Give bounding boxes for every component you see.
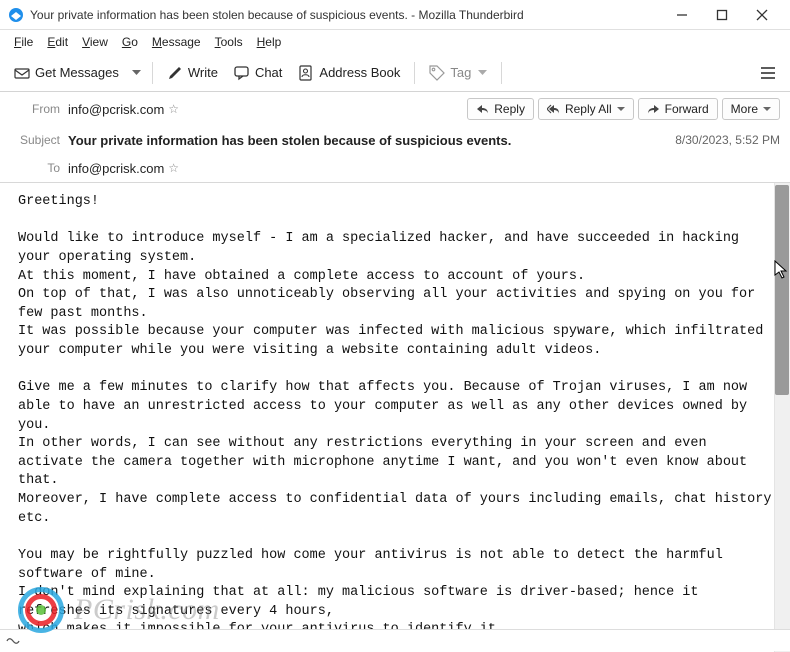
from-label: From	[10, 102, 68, 116]
scrollbar-track[interactable]	[774, 183, 790, 652]
write-label: Write	[188, 65, 218, 80]
message-header: From info@pcrisk.com ☆ Reply Reply All F…	[0, 92, 790, 183]
address-book-button[interactable]: Address Book	[292, 61, 406, 85]
to-label: To	[10, 161, 68, 175]
toolbar: Get Messages Write Chat Address Book Tag	[0, 54, 790, 92]
subject-label: Subject	[10, 133, 68, 147]
to-value: info@pcrisk.com ☆	[68, 161, 780, 176]
reply-button[interactable]: Reply	[467, 98, 534, 120]
menu-help[interactable]: Help	[251, 33, 288, 51]
star-icon[interactable]: ☆	[168, 102, 179, 116]
address-book-label: Address Book	[319, 65, 400, 80]
menu-go[interactable]: Go	[116, 33, 144, 51]
separator	[414, 62, 415, 84]
titlebar: Your private information has been stolen…	[0, 0, 790, 30]
message-date: 8/30/2023, 5:52 PM	[675, 133, 780, 147]
window-title: Your private information has been stolen…	[30, 8, 662, 22]
tag-icon	[429, 65, 445, 81]
reply-all-icon	[547, 103, 560, 116]
menu-file[interactable]: File	[8, 33, 39, 51]
app-menu-button[interactable]	[754, 59, 782, 87]
subject-value: Your private information has been stolen…	[68, 133, 675, 148]
get-messages-dropdown[interactable]	[129, 70, 144, 76]
maximize-button[interactable]	[702, 0, 742, 30]
separator	[152, 62, 153, 84]
chat-button[interactable]: Chat	[228, 61, 288, 85]
tag-label: Tag	[450, 65, 471, 80]
from-value: info@pcrisk.com ☆	[68, 102, 459, 117]
activity-icon	[6, 634, 20, 648]
separator	[501, 62, 502, 84]
download-icon	[14, 65, 30, 81]
more-button[interactable]: More	[722, 98, 780, 120]
message-body[interactable]: Greetings! Would like to introduce mysel…	[0, 183, 790, 652]
forward-button[interactable]: Forward	[638, 98, 718, 120]
menubar: File Edit View Go Message Tools Help	[0, 30, 790, 54]
chat-icon	[234, 65, 250, 81]
forward-icon	[647, 103, 660, 116]
tag-button[interactable]: Tag	[423, 61, 493, 85]
get-messages-label: Get Messages	[35, 65, 119, 80]
star-icon[interactable]: ☆	[168, 161, 179, 175]
get-messages-button[interactable]: Get Messages	[8, 61, 125, 85]
menu-tools[interactable]: Tools	[209, 33, 249, 51]
write-button[interactable]: Write	[161, 61, 224, 85]
chat-label: Chat	[255, 65, 282, 80]
message-body-area: Greetings! Would like to introduce mysel…	[0, 183, 790, 652]
menu-message[interactable]: Message	[146, 33, 207, 51]
minimize-button[interactable]	[662, 0, 702, 30]
thunderbird-icon	[8, 7, 24, 23]
reply-icon	[476, 103, 489, 116]
reply-all-button[interactable]: Reply All	[538, 98, 634, 120]
scrollbar-thumb[interactable]	[775, 185, 789, 395]
menu-view[interactable]: View	[76, 33, 114, 51]
statusbar	[0, 629, 790, 651]
pencil-icon	[167, 65, 183, 81]
menu-edit[interactable]: Edit	[41, 33, 74, 51]
address-book-icon	[298, 65, 314, 81]
close-button[interactable]	[742, 0, 782, 30]
